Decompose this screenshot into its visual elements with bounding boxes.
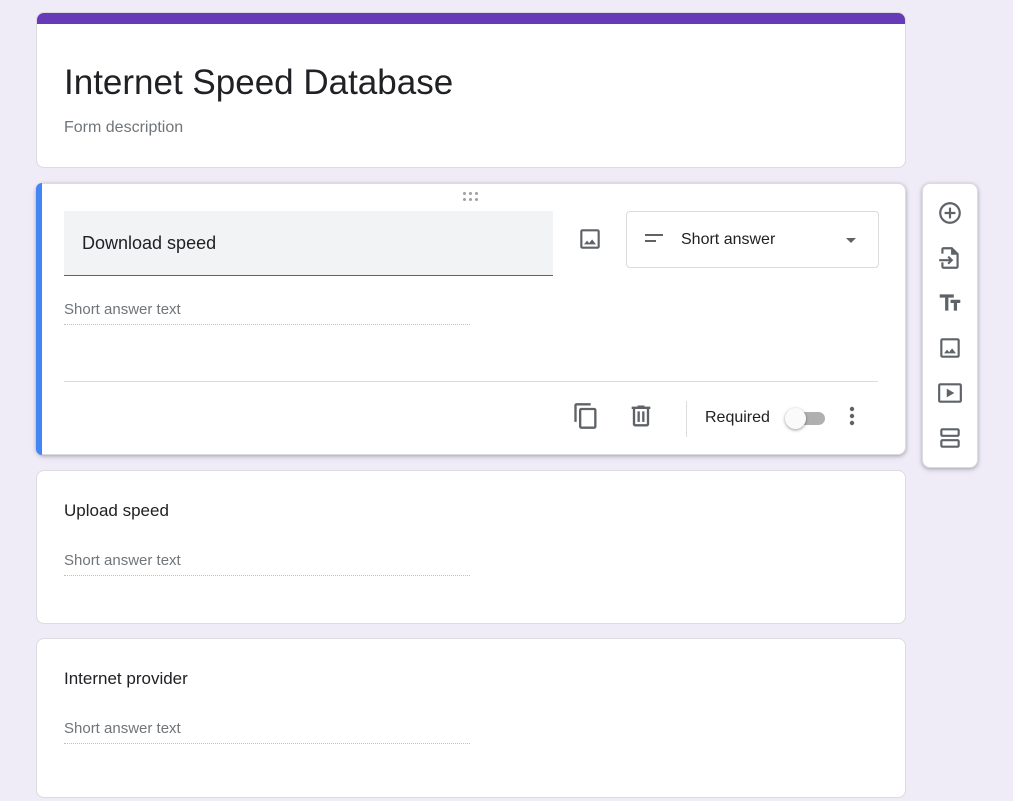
question-toolbar [922, 183, 978, 468]
form-accent-bar [37, 13, 905, 24]
image-icon[interactable] [937, 335, 963, 361]
question-title: Upload speed [64, 501, 169, 520]
more-vert-icon[interactable] [841, 404, 863, 428]
question-title-text: Download speed [82, 233, 217, 253]
required-label: Required [705, 409, 770, 426]
chevron-down-icon [841, 232, 861, 248]
short-answer-placeholder: Short answer text [64, 301, 470, 325]
required-toggle[interactable] [785, 408, 825, 429]
add-circle-icon[interactable] [937, 200, 963, 226]
question-card[interactable]: Internet provider Short answer text [36, 638, 906, 798]
question-type-label: Short answer [681, 231, 776, 248]
footer-vertical-divider [686, 401, 687, 437]
short-answer-placeholder: Short answer text [64, 552, 470, 576]
video-icon[interactable] [937, 380, 963, 406]
question-title-input[interactable]: Download speed [64, 211, 553, 276]
title-text-icon[interactable] [937, 290, 963, 316]
section-icon[interactable] [937, 425, 963, 451]
question-card-active[interactable]: Download speed Short answer Short answer… [36, 183, 906, 455]
active-indicator-bar [36, 183, 42, 455]
copy-icon[interactable] [572, 402, 600, 430]
drag-handle-icon[interactable] [463, 192, 483, 204]
form-description-field[interactable]: Form description [64, 119, 183, 137]
image-icon[interactable] [577, 226, 603, 252]
question-footer-divider [64, 381, 878, 382]
short-answer-placeholder: Short answer text [64, 720, 470, 744]
question-type-dropdown[interactable]: Short answer [626, 211, 879, 268]
question-title: Internet provider [64, 669, 188, 688]
short-text-icon [645, 232, 665, 246]
trash-icon[interactable] [627, 402, 655, 430]
import-questions-icon[interactable] [937, 245, 963, 271]
question-card[interactable]: Upload speed Short answer text [36, 470, 906, 624]
form-title-card[interactable]: Internet Speed Database Form description [36, 12, 906, 168]
form-title[interactable]: Internet Speed Database [64, 63, 453, 103]
